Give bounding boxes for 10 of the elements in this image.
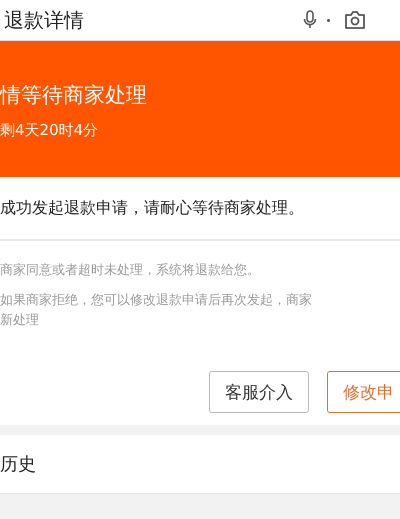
history-title[interactable]: 历史 [0,452,36,476]
countdown-text: 剩4天20时4分 [0,121,100,140]
microphone-icon[interactable] [303,10,317,30]
note-text: 如果商家拒绝，您可以修改退款申请后再次发起，商家 [0,293,312,308]
page-title: 退款详情 [4,6,85,34]
status-message: 成功发起退款申请，请耐心等待商家处理。 [0,198,304,218]
camera-icon[interactable] [344,10,366,30]
note-text: 新处理 [0,313,39,328]
action-button[interactable]: 客服介入 [209,371,309,413]
note-text: 商家同意或者超时未处理，系统将退款给您。 [0,263,260,278]
